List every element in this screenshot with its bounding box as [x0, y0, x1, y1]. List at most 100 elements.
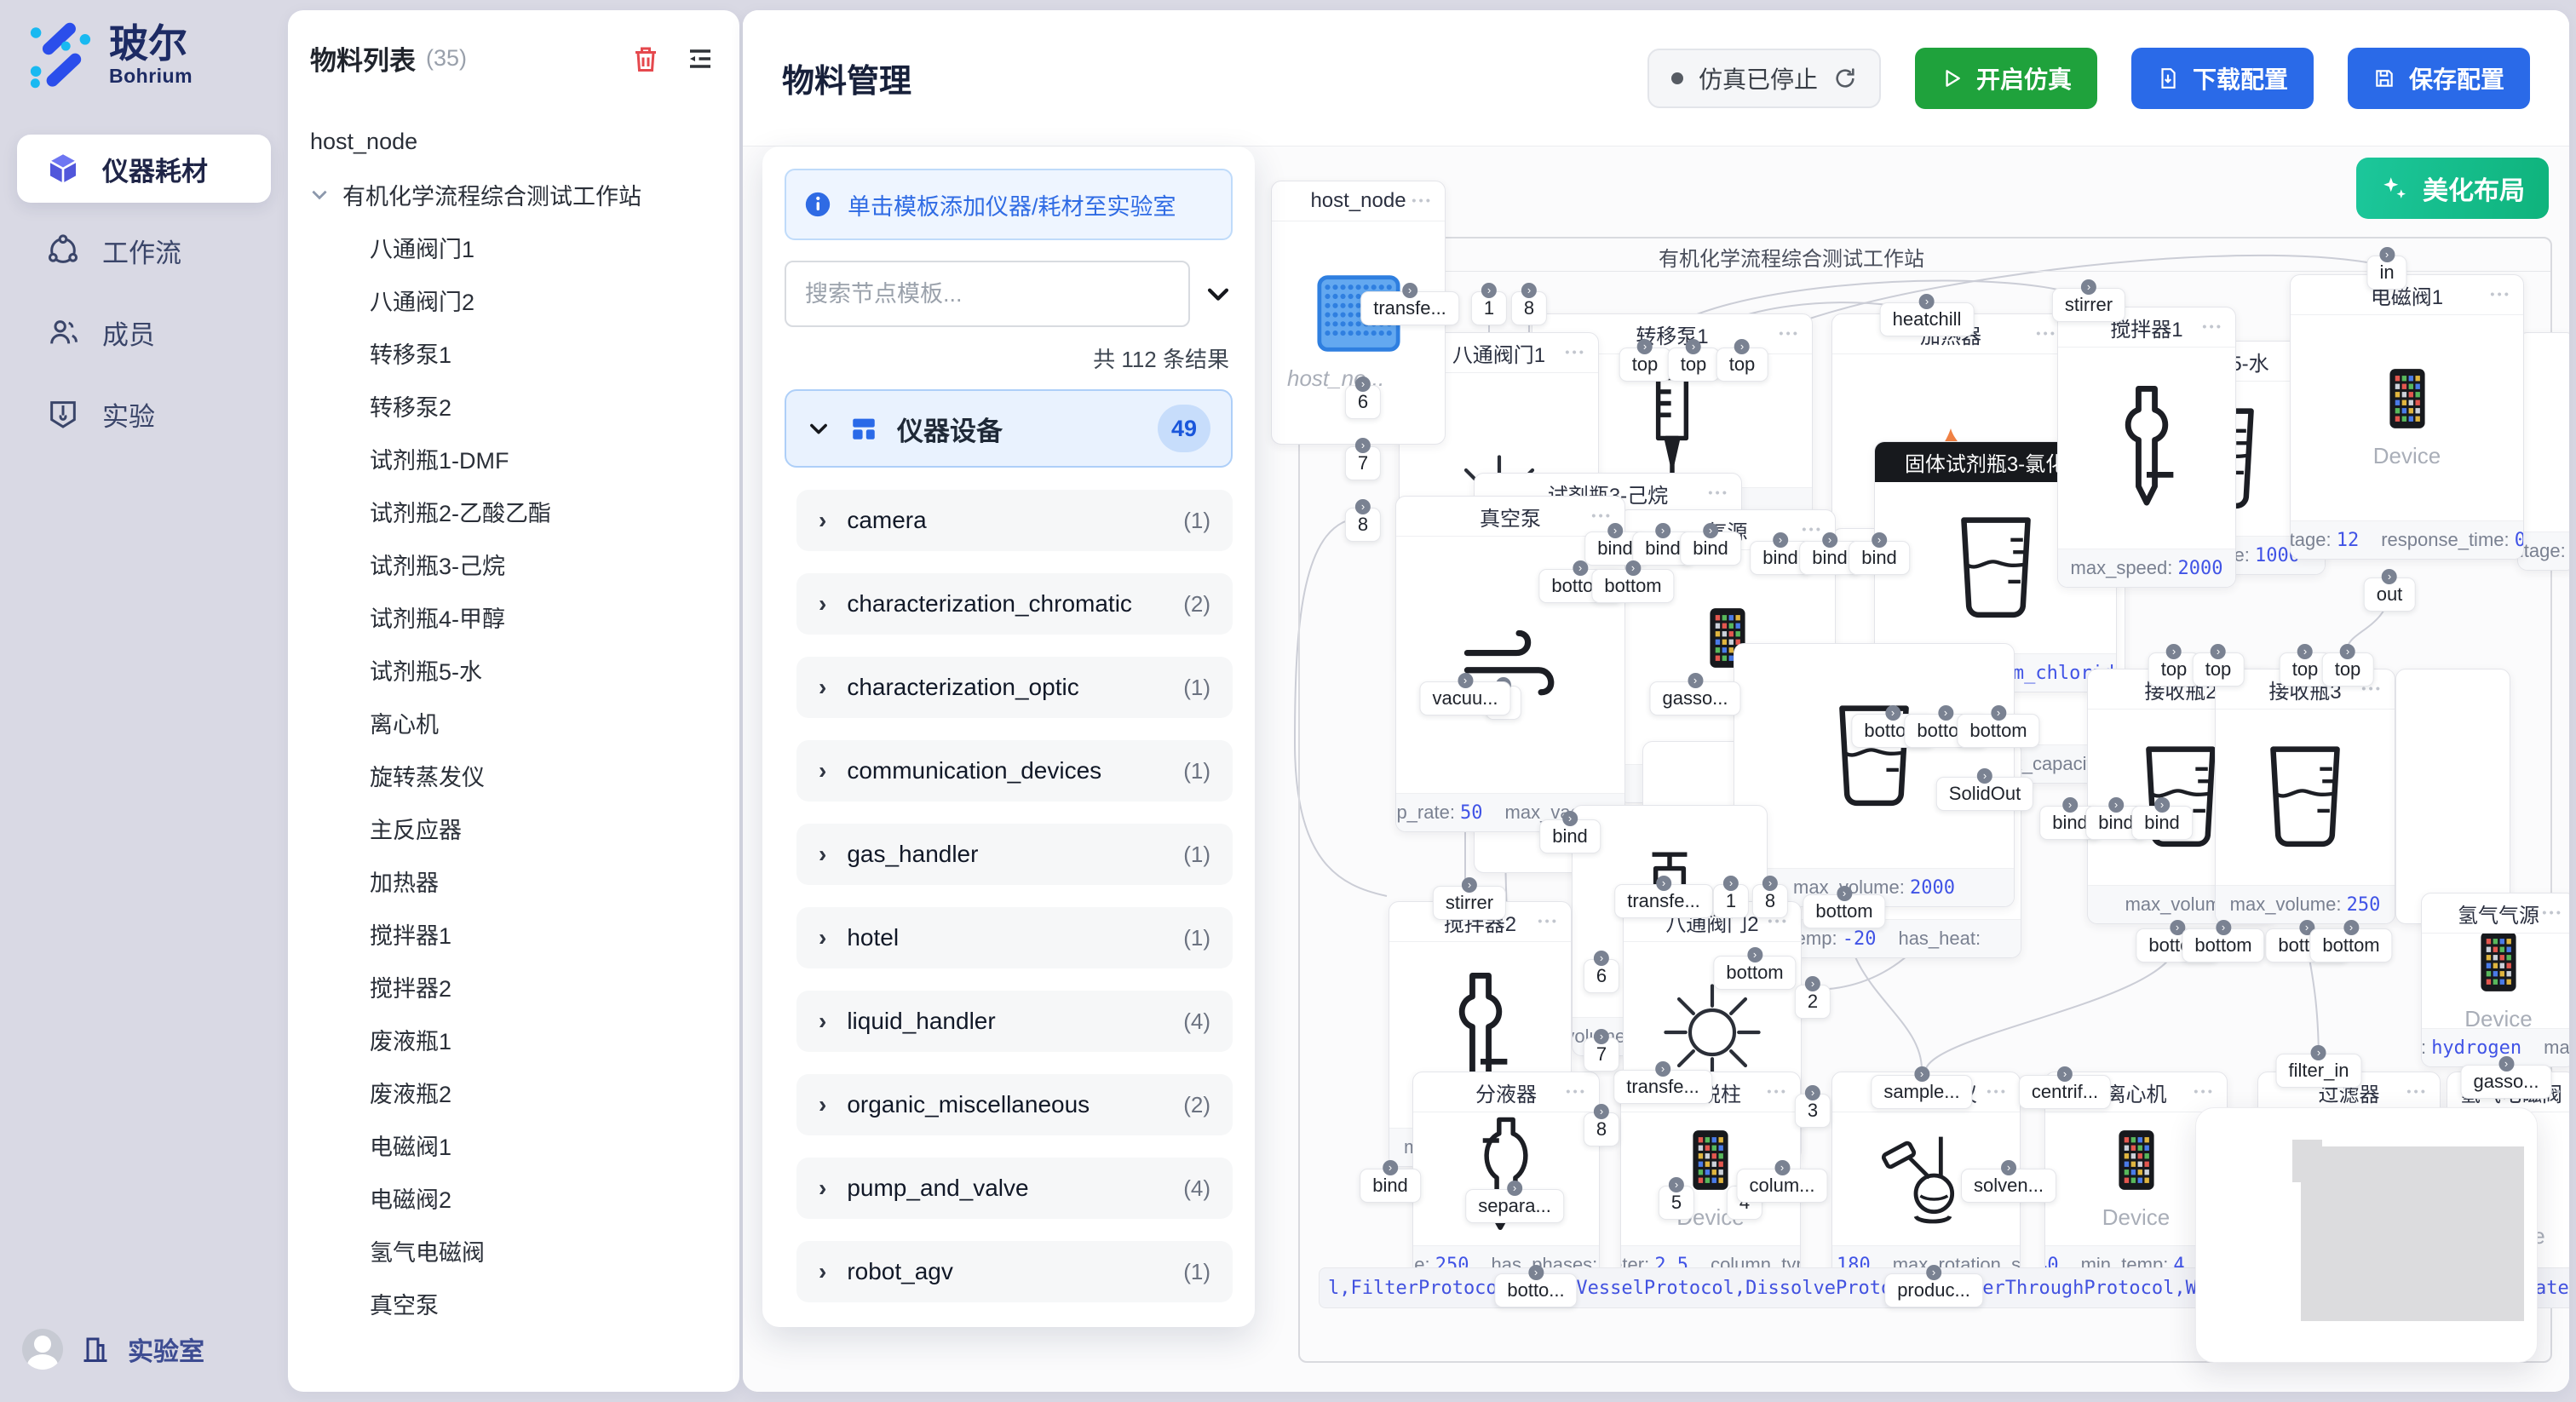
tree-item[interactable]: 试剂瓶4-甲醇: [288, 590, 739, 643]
port-pill-2[interactable]: 2: [1795, 985, 1831, 1019]
delete-all-icon[interactable]: [630, 43, 661, 75]
port-pill-7[interactable]: 7: [1584, 1037, 1619, 1072]
node-card-电磁阀1[interactable]: 电磁阀1•••Devicevoltage: 12response_time: 0…: [2290, 274, 2524, 560]
node-menu-icon[interactable]: •••: [1987, 1085, 2008, 1100]
minimap[interactable]: [2195, 1107, 2538, 1363]
port-pill-top[interactable]: top: [1619, 348, 1671, 382]
start-simulation-button[interactable]: 开启仿真: [1915, 48, 2097, 109]
node-menu-icon[interactable]: •••: [2490, 288, 2511, 302]
node-menu-icon[interactable]: •••: [1566, 1085, 1587, 1100]
sidebar-item-成员[interactable]: 成员: [17, 298, 271, 366]
collapse-panel-chevron-icon[interactable]: [1204, 279, 1233, 308]
tree-item[interactable]: 搅拌器2: [288, 960, 739, 1013]
node-menu-icon[interactable]: •••: [2202, 320, 2223, 335]
port-pill-5[interactable]: 5: [1659, 1186, 1694, 1220]
node-card[interactable]: max_volume: 2000: [1734, 643, 2015, 907]
node-menu-icon[interactable]: •••: [1802, 523, 1823, 537]
port-pill-produc...[interactable]: produc...: [1884, 1273, 1983, 1307]
port-pill-bottom[interactable]: bottom: [1803, 894, 1885, 928]
node-card-氢气气源[interactable]: 氢气气源•••Device_type: hydrogenmax_pre:: [2421, 893, 2569, 1067]
tree-item[interactable]: 离心机: [288, 696, 739, 749]
port-pill-transfe...[interactable]: transfe...: [1614, 884, 1713, 918]
port-pill-in[interactable]: in: [2366, 256, 2406, 290]
node-menu-icon[interactable]: •••: [2036, 327, 2057, 342]
port-pill-solven...[interactable]: solven...: [1961, 1169, 2056, 1203]
tree-item[interactable]: 搅拌器1: [288, 907, 739, 960]
beautify-layout-button[interactable]: 美化布局: [2356, 158, 2549, 219]
tree-item[interactable]: 真空泵: [288, 1277, 739, 1330]
template-category-gas_handler[interactable]: ›gas_handler(1): [796, 824, 1233, 885]
sidebar-footer[interactable]: 实验室: [22, 1329, 204, 1370]
tree-item[interactable]: 氢气电磁阀: [288, 1224, 739, 1277]
tree-item[interactable]: 废液瓶1: [288, 1013, 739, 1066]
tree-item-host-node[interactable]: host_node: [288, 115, 739, 168]
sidebar-item-工作流[interactable]: 工作流: [17, 216, 271, 284]
port-pill-8[interactable]: 8: [1584, 1112, 1619, 1146]
port-pill-bottom[interactable]: bottom: [2309, 928, 2392, 962]
node-menu-icon[interactable]: •••: [2542, 906, 2563, 921]
port-pill-8[interactable]: 8: [1511, 291, 1547, 325]
tree-item[interactable]: 废液瓶2: [288, 1066, 739, 1118]
port-pill-bottom[interactable]: bottom: [1713, 956, 1796, 990]
port-pill-vacuu...[interactable]: vacuu...: [1419, 681, 1510, 715]
tree-item[interactable]: 八通阀门2: [288, 273, 739, 326]
template-category-organic_miscellaneous[interactable]: ›organic_miscellaneous(2): [796, 1074, 1233, 1135]
node-menu-icon[interactable]: •••: [1708, 486, 1729, 501]
node-card-分液器[interactable]: 分液器•••volume: 250has_phases: true: [1412, 1072, 1600, 1284]
template-category-pump_and_valve[interactable]: ›pump_and_valve(4): [796, 1158, 1233, 1219]
template-category-camera[interactable]: ›camera(1): [796, 490, 1233, 551]
port-pill-gasso...[interactable]: gasso...: [1649, 681, 1740, 715]
port-pill-6[interactable]: 6: [1584, 959, 1619, 993]
tree-item[interactable]: 试剂瓶3-己烷: [288, 537, 739, 590]
node-menu-icon[interactable]: •••: [1538, 915, 1559, 929]
port-pill-top[interactable]: top: [1668, 348, 1720, 382]
port-pill-8[interactable]: 8: [1752, 884, 1788, 918]
node-menu-icon[interactable]: •••: [1412, 194, 1433, 209]
tree-item[interactable]: 试剂瓶2-乙酸乙酯: [288, 485, 739, 537]
tree-item[interactable]: 转移泵1: [288, 326, 739, 379]
avatar[interactable]: [22, 1329, 63, 1370]
port-pill-heatchill[interactable]: heatchill: [1880, 302, 1975, 336]
template-category-liquid_handler[interactable]: ›liquid_handler(4): [796, 991, 1233, 1052]
port-pill-top[interactable]: top: [2193, 652, 2245, 687]
port-pill-gasso...[interactable]: gasso...: [2460, 1065, 2551, 1099]
port-pill-bottom[interactable]: bottom: [1957, 714, 2039, 748]
port-pill-bind[interactable]: bind: [1360, 1169, 1421, 1203]
tree-item[interactable]: 八通阀门1: [288, 221, 739, 273]
port-pill-1[interactable]: 1: [1713, 884, 1749, 918]
port-pill-filter_in[interactable]: filter_in: [2276, 1054, 2362, 1088]
simulation-status[interactable]: 仿真已停止: [1647, 49, 1881, 108]
collapse-list-icon[interactable]: [683, 43, 717, 74]
node-menu-icon[interactable]: •••: [1767, 1085, 1788, 1100]
port-pill-botto...[interactable]: botto...: [1494, 1273, 1577, 1307]
tree-item[interactable]: 电磁阀1: [288, 1118, 739, 1171]
template-category-robot_agv[interactable]: ›robot_agv(1): [796, 1241, 1233, 1302]
tree-item[interactable]: 试剂瓶1-DMF: [288, 432, 739, 485]
refresh-icon[interactable]: [1833, 66, 1857, 90]
sidebar-item-仪器耗材[interactable]: 仪器耗材: [17, 135, 271, 203]
node-card[interactable]: [2395, 669, 2510, 924]
node-card[interactable]: voltage: 12: [2517, 332, 2569, 571]
tree-item[interactable]: 电磁阀2: [288, 1171, 739, 1224]
port-pill-bind[interactable]: bind: [1849, 541, 1910, 575]
port-pill-centrif...[interactable]: centrif...: [2019, 1075, 2111, 1109]
port-pill-transfe...[interactable]: transfe...: [1360, 291, 1459, 325]
port-pill-sample...[interactable]: sample...: [1871, 1075, 1972, 1109]
category-instrument-devices[interactable]: 仪器设备 49: [785, 389, 1233, 468]
port-pill-bind[interactable]: bind: [2131, 806, 2193, 840]
port-pill-bind[interactable]: bind: [1680, 531, 1741, 566]
node-card-搅拌器1[interactable]: 搅拌器1•••max_speed: 2000: [2057, 307, 2236, 588]
port-pill-colum...[interactable]: colum...: [1736, 1169, 1827, 1203]
port-pill-transfe...[interactable]: transfe...: [1613, 1070, 1712, 1104]
port-pill-SolidOut[interactable]: SolidOut: [1936, 777, 2033, 811]
port-pill-bind[interactable]: bind: [1539, 819, 1601, 853]
port-pill-separa...[interactable]: separa...: [1465, 1189, 1564, 1223]
save-config-button[interactable]: 保存配置: [2348, 48, 2530, 109]
port-pill-out[interactable]: out: [2364, 577, 2416, 612]
template-category-communication_devices[interactable]: ›communication_devices(1): [796, 740, 1233, 802]
download-config-button[interactable]: 下载配置: [2131, 48, 2314, 109]
node-menu-icon[interactable]: •••: [2194, 1085, 2215, 1100]
port-pill-8[interactable]: 8: [1345, 508, 1381, 542]
port-pill-top[interactable]: top: [2322, 652, 2374, 687]
node-menu-icon[interactable]: •••: [2406, 1085, 2428, 1100]
